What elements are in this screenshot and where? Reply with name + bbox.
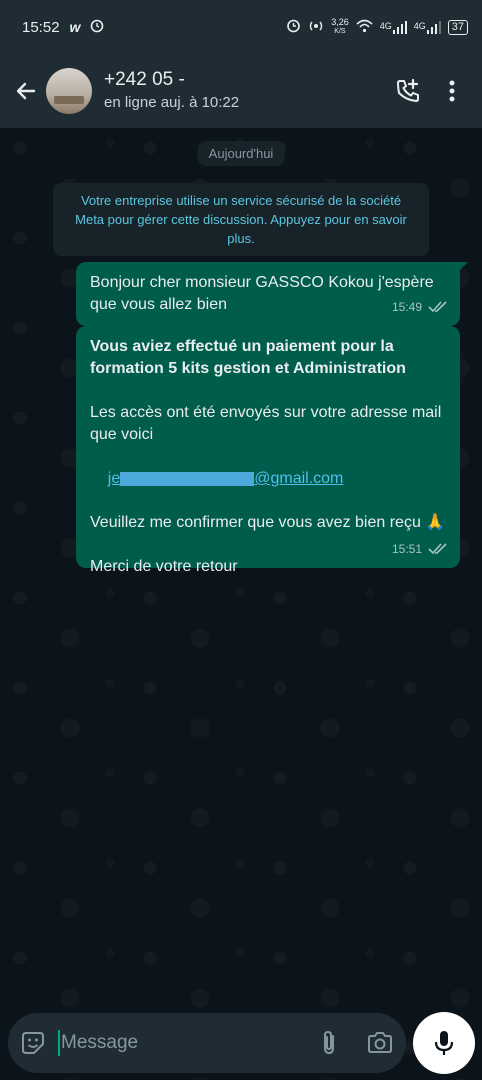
paperclip-icon (324, 1030, 334, 1055)
message-text: Les accès ont été envoyés sur votre adre… (90, 404, 446, 443)
signal-1: 4G (379, 20, 407, 34)
attach-button[interactable] (318, 1029, 340, 1057)
hotspot-icon (308, 19, 324, 36)
more-vertical-icon (449, 80, 455, 102)
phone-plus-icon (396, 78, 419, 103)
network-type-1: 4G (379, 20, 392, 31)
message-bubble[interactable]: Bonjour cher monsieur GASSCO Kokou j'esp… (76, 262, 468, 326)
voice-record-button[interactable] (413, 1012, 475, 1074)
date-chip: Aujourd'hui (197, 141, 285, 166)
network-speed: 3,26 K/S (331, 18, 349, 36)
battery-indicator: 37 (447, 19, 468, 35)
w-app-icon: w (69, 19, 81, 35)
signal-bars-icon (426, 20, 441, 34)
network-speed-unit: K/S (334, 28, 346, 35)
double-check-icon (428, 543, 447, 555)
message-bubble[interactable]: Vous aviez effectué un paiement pour la … (76, 326, 460, 575)
message-meta: 15:51 (392, 538, 448, 560)
contact-name: +242 05 - (104, 69, 185, 90)
sticker-icon (22, 1032, 44, 1054)
double-check-icon (428, 301, 447, 313)
avatar[interactable] (46, 68, 92, 114)
message-meta: 15:49 (392, 296, 448, 318)
signal-2: 4G (413, 20, 441, 34)
email-suffix: @gmail.com (254, 470, 344, 487)
add-call-button[interactable] (386, 69, 430, 113)
arrow-left-icon (16, 82, 36, 100)
back-button[interactable] (8, 79, 44, 103)
contact-status: en ligne auj. à 10:22 (104, 94, 240, 111)
microphone-icon (434, 1031, 454, 1055)
sync-icon (90, 19, 104, 35)
email-link[interactable]: je @gmail.com (90, 446, 446, 512)
signal-bars-icon (392, 20, 407, 34)
redacted-block (120, 471, 255, 486)
camera-button[interactable] (366, 1031, 394, 1055)
network-speed-value: 3,26 (331, 17, 349, 27)
message-placeholder: Message (61, 1032, 139, 1053)
message-bold-text: Vous aviez effectué un paiement pour la … (90, 338, 406, 377)
message-input-bar: Message (8, 1013, 406, 1073)
more-options-button[interactable] (430, 69, 474, 113)
message-text: Veuillez me confirmer que vous avez bien… (90, 514, 446, 531)
alarm-icon (286, 18, 301, 36)
encryption-notice[interactable]: Votre entreprise utilise un service sécu… (53, 183, 429, 256)
message-input[interactable]: Message (58, 1030, 318, 1056)
message-time: 15:49 (391, 300, 422, 314)
contact-info[interactable]: +242 05 - en ligne auj. à 10:22 (104, 69, 386, 113)
status-bar: 15:52 w 3,26 K/S 4G 4G 37 (0, 0, 482, 54)
sticker-button[interactable] (20, 1030, 46, 1056)
network-type-2: 4G (413, 20, 426, 31)
camera-icon (368, 1032, 392, 1053)
wifi-icon (356, 19, 373, 36)
text-caret (58, 1030, 60, 1056)
chat-header: +242 05 - en ligne auj. à 10:22 (0, 54, 482, 128)
clock: 15:52 (22, 18, 60, 36)
email-prefix: je (107, 470, 121, 487)
message-time: 15:51 (391, 542, 422, 556)
